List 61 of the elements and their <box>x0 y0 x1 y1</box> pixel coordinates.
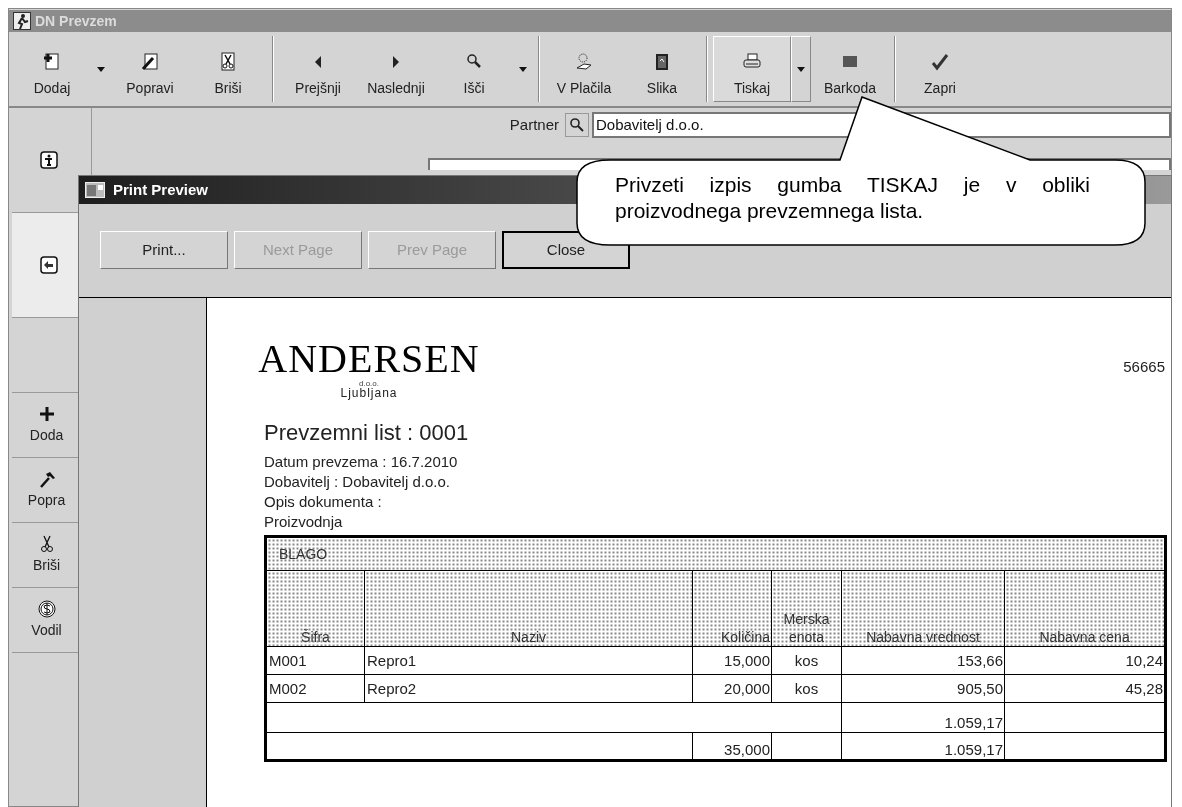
dialog-button[interactable]: Print... <box>100 231 228 269</box>
info-icon <box>39 151 58 169</box>
company-form: d.o.o. <box>359 380 379 386</box>
column-header: Merska enota <box>771 570 842 647</box>
toolbar-button[interactable]: V Plačila <box>545 36 623 102</box>
column-header: Šifra <box>265 570 365 647</box>
company-city: Ljubljana <box>340 386 398 400</box>
toolbar-button[interactable]: Prejšnji <box>279 36 357 102</box>
table-cell: kos <box>771 674 842 703</box>
document-number: 56665 <box>1123 357 1165 377</box>
caret-icon <box>519 66 527 72</box>
toolbar-button[interactable]: Popravi <box>111 36 189 102</box>
search-icon <box>569 117 585 133</box>
app-icon <box>13 12 31 30</box>
section-header: BLAGO <box>265 536 1166 571</box>
document-line: Dobavitelj : Dobavitelj d.o.o. <box>264 472 451 492</box>
document-line: Opis dokumenta : <box>264 492 383 512</box>
plus-icon <box>37 404 56 423</box>
document-heading: Prevzemni list : 0001 <box>264 420 470 446</box>
table-cell: 905,50 <box>841 674 1005 703</box>
search-button[interactable] <box>565 113 589 137</box>
add-icon <box>42 52 62 72</box>
table-cell: M001 <box>265 646 365 675</box>
toolbar-button[interactable]: Briši <box>189 36 267 102</box>
scissors-icon <box>218 52 238 72</box>
hammer-icon <box>37 469 56 488</box>
company-logo: ANDERSEN <box>258 338 480 380</box>
column-header: Nabavna vrednost <box>841 570 1005 647</box>
table-cell: Repro2 <box>364 674 693 703</box>
callout-text: Privzeti izpis gumba TISKAJ je v obliki proizvodnega prevzemnega lista. <box>615 172 1090 224</box>
window-title: DN Prevzem <box>35 11 117 31</box>
left-arrow-icon <box>315 56 321 68</box>
column-header: Količina <box>692 570 772 647</box>
toolbar-button[interactable]: Barkoda <box>811 36 889 102</box>
document-line: Datum prevzema : 16.7.2010 <box>264 452 459 472</box>
edit-icon <box>140 52 160 72</box>
document-line: Proizvodnja <box>264 512 344 532</box>
right-arrow-icon <box>393 56 399 68</box>
toolbar-button[interactable]: Išči <box>435 36 513 102</box>
dialog-title: Print Preview <box>113 179 209 200</box>
window-icon <box>85 182 105 198</box>
check-icon <box>930 52 950 72</box>
dollar-coin-icon <box>37 599 56 618</box>
table-cell: 20,000 <box>692 674 772 703</box>
table-cell: M002 <box>265 674 365 703</box>
toolbar-button[interactable]: Zapri <box>901 36 979 102</box>
toolbar-button[interactable]: Slika <box>623 36 701 102</box>
column-header: Naziv <box>364 570 693 647</box>
dropdown-button[interactable] <box>791 36 811 102</box>
caret-icon <box>797 66 805 72</box>
field-label: Partner <box>508 114 560 135</box>
column-header: Nabavna cena <box>1004 570 1166 647</box>
table-cell: Repro1 <box>364 646 693 675</box>
toolbar-button[interactable]: Naslednji <box>357 36 435 102</box>
table-cell: 1.059,17 <box>841 702 1005 733</box>
table-cell: kos <box>771 646 842 675</box>
table-cell: 153,66 <box>841 646 1005 675</box>
toolbar-button[interactable]: Tiskaj <box>713 36 791 102</box>
toolbar-button[interactable]: Dodaj <box>13 36 91 102</box>
table-cell: 15,000 <box>692 646 772 675</box>
caret-icon <box>97 66 105 72</box>
